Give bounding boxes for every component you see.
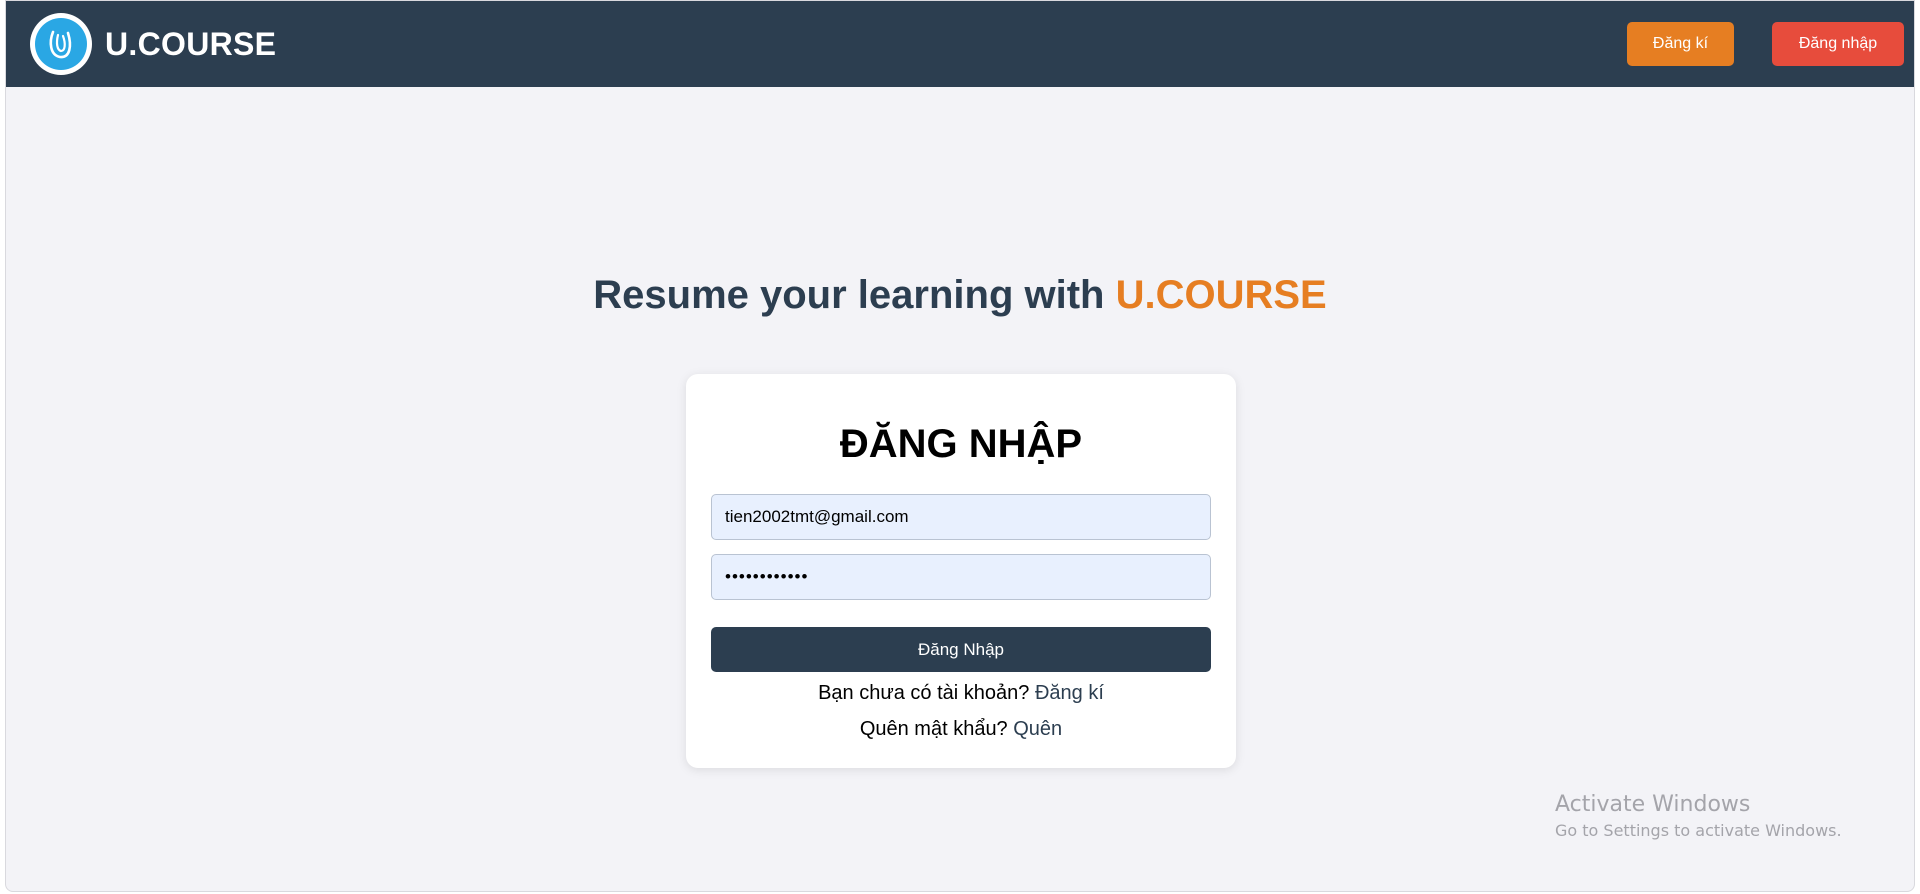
- forgot-password-prompt: Quên mật khẩu? Quên: [686, 718, 1236, 741]
- activate-windows-watermark: Activate Windows Go to Settings to activ…: [1555, 792, 1842, 840]
- login-submit-button[interactable]: Đăng Nhập: [711, 627, 1211, 672]
- login-title: ĐĂNG NHẬP: [839, 422, 1083, 466]
- hero-accent: U.COURSE: [1115, 273, 1327, 317]
- password-field[interactable]: [711, 554, 1211, 600]
- signup-prompt-text: Bạn chưa có tài khoản?: [818, 682, 1035, 704]
- brand-name: U.COURSE: [105, 25, 277, 62]
- u-course-logo-icon: [30, 13, 92, 75]
- hero-text: Resume your learning with: [593, 273, 1116, 317]
- forgot-prompt-text: Quên mật khẩu?: [859, 718, 1014, 740]
- signup-link[interactable]: Đăng kí: [1035, 682, 1104, 704]
- watermark-subtitle: Go to Settings to activate Windows.: [1555, 821, 1842, 840]
- brand-home-link[interactable]: U.COURSE: [30, 13, 276, 75]
- signup-prompt: Bạn chưa có tài khoản? Đăng kí: [686, 682, 1236, 705]
- login-card: ĐĂNG NHẬP Đăng Nhập Bạn chưa có tài khoả…: [686, 374, 1236, 768]
- email-field[interactable]: [711, 494, 1211, 540]
- forgot-password-link[interactable]: Quên: [1013, 718, 1062, 740]
- login-button[interactable]: Đăng nhập: [1772, 22, 1904, 66]
- app-window: U.COURSE Đăng kí Đăng nhập Resume your l…: [5, 0, 1915, 892]
- hero-headline: Resume your learning with U.COURSE: [6, 273, 1914, 318]
- register-button[interactable]: Đăng kí: [1627, 22, 1734, 66]
- watermark-title: Activate Windows: [1555, 792, 1751, 817]
- top-navbar: U.COURSE Đăng kí Đăng nhập: [6, 1, 1914, 87]
